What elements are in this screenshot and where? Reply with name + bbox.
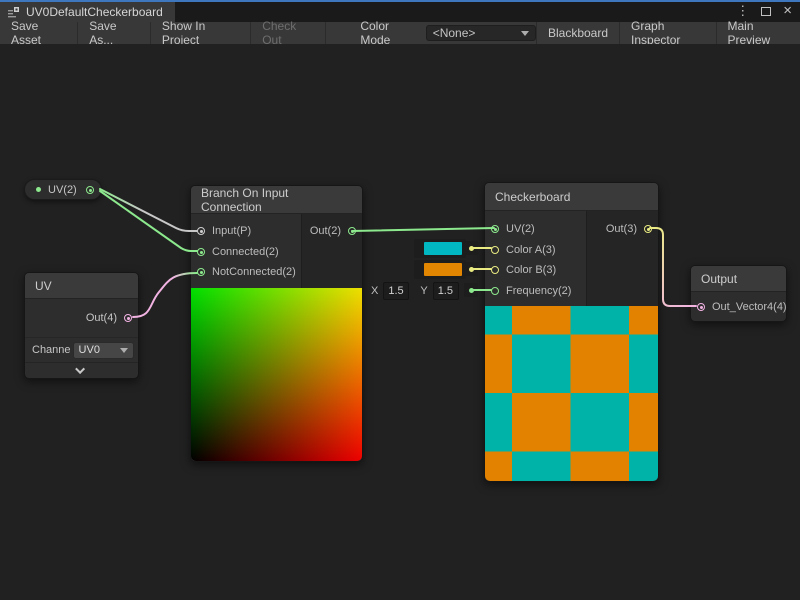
branch-output-section: Out(2) [301, 214, 362, 288]
frequency-x-label: X [371, 285, 378, 297]
edge-out2-to-uv2[interactable] [352, 228, 494, 231]
window-menu-icon[interactable]: ⋮ [736, 4, 749, 18]
port-checkerboard-frequency[interactable] [491, 287, 499, 295]
node-output[interactable]: Output Out_Vector4(4) [690, 265, 787, 322]
checkerboard-node-title: Checkerboard [485, 183, 658, 211]
color-mode-group: Color Mode <None> [360, 22, 536, 44]
branch-preview [191, 288, 362, 461]
branch-out-label: Out(2) [310, 225, 341, 237]
port-checkerboard-out[interactable] [644, 225, 652, 233]
branch-input-label: Input(P) [212, 225, 251, 237]
graph-inspector-button[interactable]: Graph Inspector [619, 22, 715, 44]
toolbar-right-group: Blackboard Graph Inspector Main Preview [536, 22, 800, 44]
port-uv2-pill-out[interactable] [86, 186, 94, 194]
checkerboard-output-section: Out(3) [586, 211, 658, 306]
toolbar: Save Asset Save As... Show In Project Ch… [0, 22, 800, 44]
color-mode-label: Color Mode [360, 19, 416, 47]
uv2-pill-label: UV(2) [48, 184, 79, 196]
save-asset-button[interactable]: Save Asset [0, 22, 78, 44]
window-controls: ⋮ × [736, 3, 792, 19]
maximize-icon[interactable] [761, 7, 771, 16]
node-checkerboard[interactable]: Checkerboard Out(3) UV(2) Color A(3) [484, 182, 659, 482]
chevron-down-icon [120, 348, 128, 353]
blackboard-button[interactable]: Blackboard [536, 22, 619, 44]
uv-out-label: Out(4) [86, 312, 117, 324]
shader-graph-icon [7, 6, 20, 19]
checkerboard-preview [485, 306, 658, 481]
channel-dropdown[interactable]: UV0 [73, 342, 134, 359]
show-in-project-button[interactable]: Show In Project [151, 22, 251, 44]
shader-graph-window: UV0DefaultCheckerboard ⋮ × Save Asset Sa… [0, 0, 800, 600]
save-as-button[interactable]: Save As... [78, 22, 151, 44]
branch-out-row: Out(2) [302, 221, 362, 242]
node-uv2-pill[interactable]: UV(2) [24, 179, 102, 200]
branch-connected-label: Connected(2) [212, 246, 279, 258]
uv-out-row: Out(4) [25, 299, 138, 337]
color-a-connector [464, 241, 478, 255]
tab-title: UV0DefaultCheckerboard [26, 5, 163, 19]
close-icon[interactable]: × [783, 4, 792, 18]
branch-node-title: Branch On Input Connection [191, 186, 362, 214]
checkerboard-node-body: Out(3) UV(2) Color A(3) Color B(3) [485, 211, 658, 306]
checkerboard-colorb-label: Color B(3) [506, 264, 556, 276]
node-uv[interactable]: UV Out(4) Channe UV0 [24, 272, 139, 379]
edge-uv2-to-connected[interactable] [100, 191, 197, 251]
output-port-row: Out_Vector4(4) [691, 292, 786, 321]
color-b-connector [464, 262, 478, 276]
collapse-preview-chevron-icon[interactable] [75, 364, 85, 374]
uv2-pill-dot-icon [36, 187, 41, 192]
checkerboard-colora-label: Color A(3) [506, 244, 556, 256]
checkerboard-frequency-label: Frequency(2) [506, 285, 571, 297]
uv-node-title: UV [25, 273, 138, 299]
port-branch-input[interactable] [197, 227, 205, 235]
color-b-connector-dot [469, 267, 474, 272]
color-a-connector-dot [469, 246, 474, 251]
frequency-y-input[interactable]: 1.5 [433, 282, 459, 300]
port-checkerboard-color-a[interactable] [491, 246, 499, 254]
checkerboard-out-label: Out(3) [606, 223, 637, 235]
port-checkerboard-color-b[interactable] [491, 266, 499, 274]
main-preview-button[interactable]: Main Preview [716, 22, 800, 44]
edge-uv2-to-input[interactable] [100, 189, 197, 231]
frequency-x-input[interactable]: 1.5 [383, 282, 409, 300]
output-node-title: Output [691, 266, 786, 292]
color-b-field[interactable] [414, 260, 466, 279]
color-b-swatch[interactable] [424, 263, 462, 276]
branch-node-body: Out(2) Input(P) Connected(2) NotConnecte… [191, 214, 362, 288]
color-mode-dropdown[interactable]: <None> [426, 25, 536, 41]
chevron-down-icon [521, 31, 529, 36]
graph-canvas[interactable]: UV(2) Branch On Input Connection Out(2) … [0, 44, 800, 600]
channel-label: Channe [32, 344, 71, 356]
check-out-button: Check Out [251, 22, 326, 44]
port-branch-notconnected[interactable] [197, 268, 205, 276]
output-port-label: Out_Vector4(4) [712, 301, 787, 313]
port-uv-out[interactable] [124, 314, 132, 322]
color-a-field[interactable] [414, 239, 466, 258]
frequency-field: X 1.5 Y 1.5 [371, 281, 459, 300]
frequency-connector-dot [469, 288, 474, 293]
checkerboard-uv-label: UV(2) [506, 223, 535, 235]
port-checkerboard-uv[interactable] [491, 225, 499, 233]
port-branch-connected[interactable] [197, 248, 205, 256]
channel-value: UV0 [79, 344, 100, 356]
node-branch-on-input-connection[interactable]: Branch On Input Connection Out(2) Input(… [190, 185, 363, 462]
frequency-y-label: Y [420, 285, 427, 297]
edge-out4-to-notconnected[interactable] [133, 273, 197, 317]
port-output-vector4[interactable] [697, 303, 705, 311]
checkerboard-out-row: Out(3) [587, 219, 658, 240]
frequency-connector [464, 283, 478, 297]
port-branch-out[interactable] [348, 227, 356, 235]
branch-notconnected-label: NotConnected(2) [212, 266, 296, 278]
uv-channel-row: Channe UV0 [25, 337, 138, 362]
color-a-swatch[interactable] [424, 242, 462, 255]
color-mode-value: <None> [433, 26, 476, 40]
uv-collapse-row [25, 362, 138, 378]
